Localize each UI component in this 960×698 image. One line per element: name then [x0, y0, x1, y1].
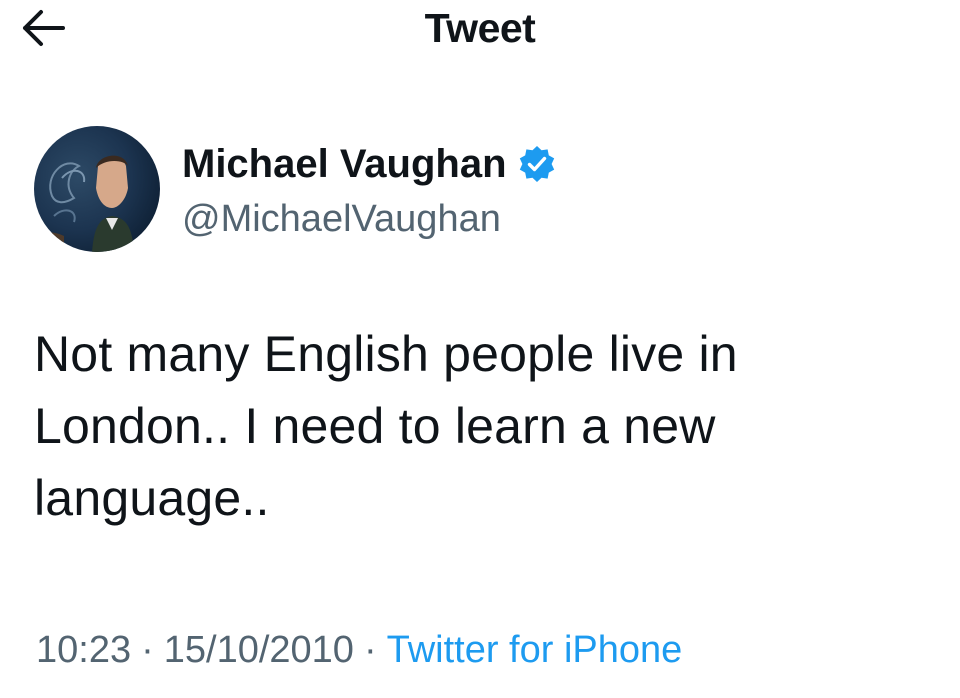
meta-separator: · — [141, 629, 154, 671]
tweet-source-link[interactable]: Twitter for iPhone — [387, 629, 683, 671]
top-bar: Tweet — [0, 0, 960, 60]
page-title: Tweet — [424, 5, 536, 51]
tweet-author: Michael Vaughan @MichaelVaughan — [34, 126, 934, 256]
avatar[interactable] — [34, 126, 160, 252]
verified-badge-icon — [519, 146, 554, 182]
display-name[interactable]: Michael Vaughan — [182, 140, 507, 188]
user-handle[interactable]: @MichaelVaughan — [182, 196, 501, 242]
tweet-time[interactable]: 10:23 — [36, 629, 131, 671]
tweet-date[interactable]: 15/10/2010 — [164, 629, 354, 671]
meta-separator: · — [363, 629, 377, 671]
tweet-text: Not many English people live in London..… — [34, 326, 738, 526]
avatar-image — [34, 126, 160, 252]
tweet-metadata: 10:23 · 15/10/2010 · Twitter for iPhone — [36, 626, 682, 674]
display-name-row: Michael Vaughan — [182, 140, 557, 188]
